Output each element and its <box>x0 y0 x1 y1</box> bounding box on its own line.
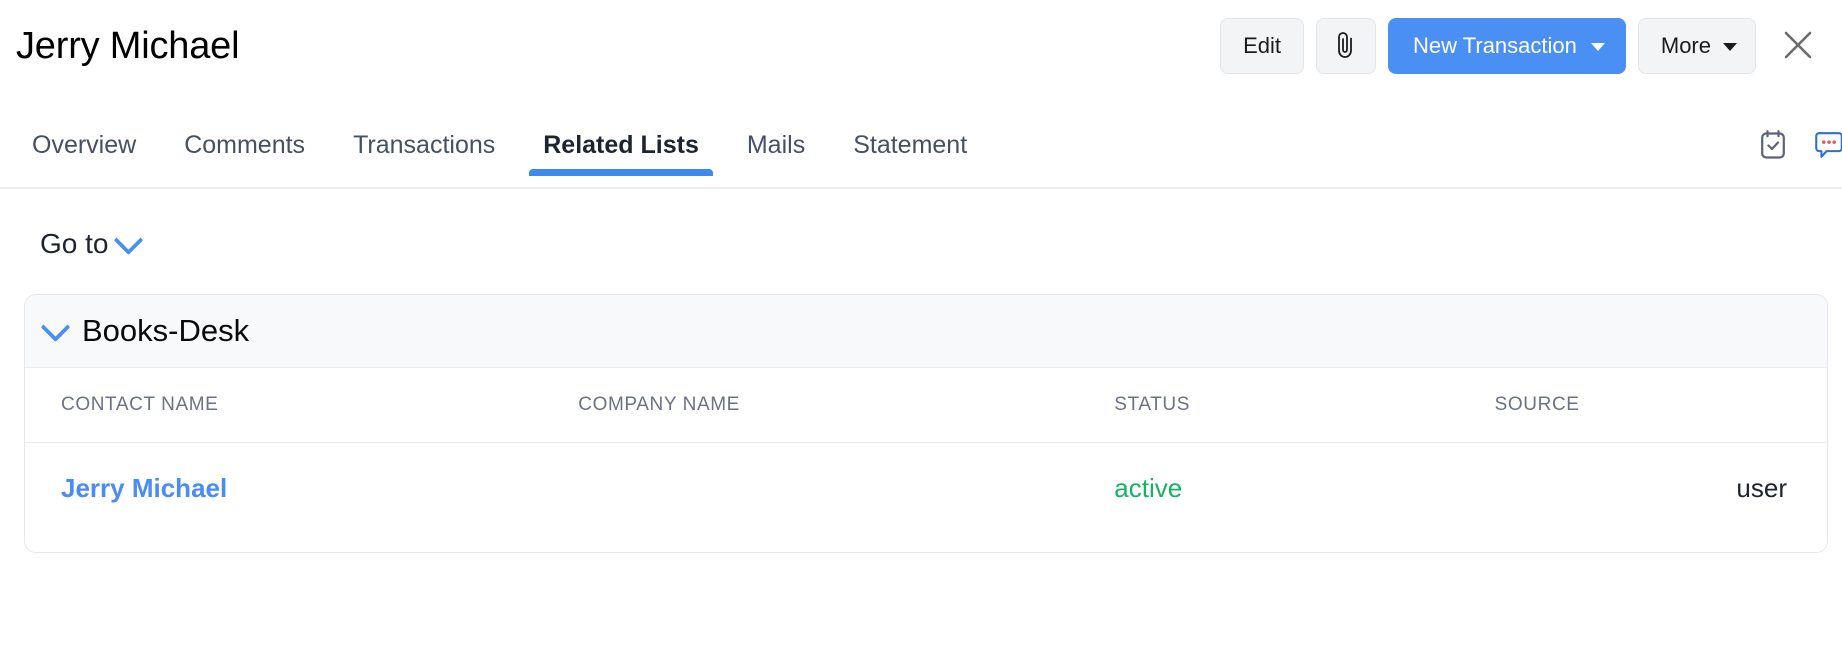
edit-button[interactable]: Edit <box>1220 18 1305 74</box>
table-body: Jerry Michael active user <box>25 442 1827 552</box>
table-head: CONTACT NAME COMPANY NAME STATUS SOURCE <box>25 368 1827 443</box>
related-list-table: CONTACT NAME COMPANY NAME STATUS SOURCE … <box>25 368 1827 552</box>
tab-comments[interactable]: Comments <box>160 114 329 176</box>
tab-related-lists[interactable]: Related Lists <box>519 114 723 176</box>
tab-mails[interactable]: Mails <box>723 114 829 176</box>
paperclip-icon <box>1335 29 1357 64</box>
close-icon <box>1781 28 1815 65</box>
related-list-section-title: Books-Desk <box>82 313 250 348</box>
new-transaction-label: New Transaction <box>1413 33 1577 58</box>
cell-source: user <box>1494 442 1827 552</box>
column-header-company-name: COMPANY NAME <box>578 368 1115 443</box>
page-title: Jerry Michael <box>16 24 240 67</box>
attachment-button[interactable] <box>1316 18 1377 74</box>
chevron-down-icon <box>1723 43 1737 51</box>
column-header-contact-name: CONTACT NAME <box>25 368 579 443</box>
table-header-row: CONTACT NAME COMPANY NAME STATUS SOURCE <box>25 368 1827 443</box>
chevron-down-icon <box>40 311 71 342</box>
task-clipboard-icon[interactable] <box>1756 128 1790 162</box>
more-button[interactable]: More <box>1637 18 1756 74</box>
header-actions: Edit New Transaction More <box>1220 18 1824 74</box>
chevron-down-icon <box>114 224 144 255</box>
related-list-card: Books-Desk CONTACT NAME COMPANY NAME STA… <box>24 294 1828 553</box>
status-badge: active <box>1114 473 1183 503</box>
column-header-status: STATUS <box>1114 368 1495 443</box>
tab-list: Overview Comments Transactions Related L… <box>0 92 1842 176</box>
column-header-source: SOURCE <box>1494 368 1827 443</box>
goto-row: Go to <box>0 198 1842 260</box>
tab-overview[interactable]: Overview <box>8 114 160 176</box>
goto-label: Go to <box>40 228 109 259</box>
tab-transactions[interactable]: Transactions <box>329 114 519 176</box>
contact-name-link[interactable]: Jerry Michael <box>61 473 227 503</box>
more-label: More <box>1660 33 1711 58</box>
tab-bar-icons <box>1756 128 1842 162</box>
record-header: Jerry Michael Edit New Transaction More <box>0 0 1842 92</box>
new-transaction-button[interactable]: New Transaction <box>1388 18 1626 74</box>
chevron-down-icon <box>1590 43 1605 51</box>
cell-company-name <box>578 442 1115 552</box>
cell-contact-name: Jerry Michael <box>25 442 579 552</box>
tab-bar: Overview Comments Transactions Related L… <box>0 92 1842 198</box>
chat-bubble-dots-icon[interactable] <box>1812 128 1842 162</box>
close-button[interactable] <box>1772 20 1824 72</box>
related-list-section-header[interactable]: Books-Desk <box>25 295 1827 368</box>
table-row: Jerry Michael active user <box>25 442 1827 552</box>
tab-statement[interactable]: Statement <box>829 114 991 176</box>
goto-dropdown[interactable]: Go to <box>40 224 144 260</box>
cell-status: active <box>1114 442 1495 552</box>
